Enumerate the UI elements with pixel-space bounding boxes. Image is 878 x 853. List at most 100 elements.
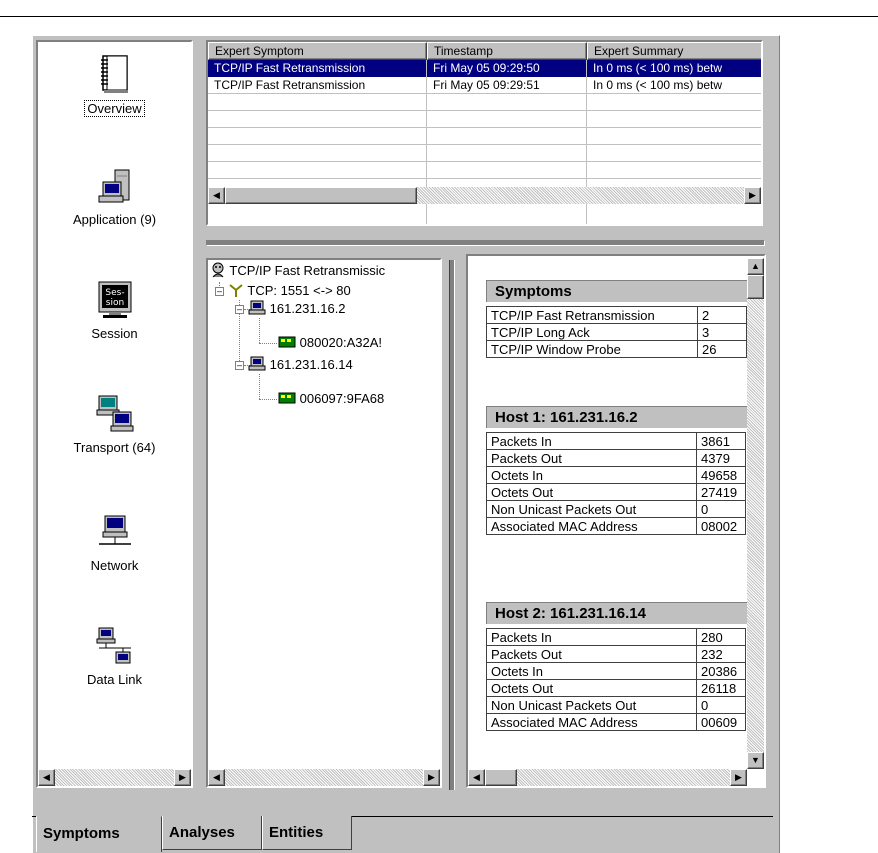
collapse-toggle[interactable]: – — [235, 361, 244, 370]
svg-text:Ses-: Ses- — [105, 288, 124, 298]
computer-icon — [98, 169, 129, 203]
scroll-down-button[interactable]: ▼ — [747, 752, 764, 769]
nav-item-application[interactable]: Application (9) — [38, 166, 191, 227]
column-header-expert-summary[interactable]: Expert Summary — [587, 42, 761, 60]
tree-node-host1[interactable]: 161.231.16.2 — [248, 300, 346, 318]
table-row: Octets Out 26118 — [486, 679, 746, 697]
scroll-right-button[interactable]: ▶ — [174, 769, 191, 786]
empty-row — [208, 162, 761, 179]
connection-icon — [229, 284, 243, 297]
section-title-host2: Host 2: 161.231.16.14 — [486, 602, 748, 624]
tree-hscrollbar[interactable]: ◀ ▶ — [208, 769, 440, 786]
tab-analyses[interactable]: Analyses — [162, 816, 262, 850]
cell-key: TCP/IP Window Probe — [486, 340, 698, 358]
cell-value: 3 — [697, 323, 747, 341]
table-row: Octets Out 27419 — [486, 483, 746, 501]
session-monitor-icon: Ses- sion — [98, 281, 131, 318]
layer-nav-panel: Overview Application (9) Ses- sion Sessi… — [36, 40, 193, 788]
cell-key: Octets In — [486, 466, 697, 484]
network-card-icon — [278, 392, 296, 404]
tab-entities[interactable]: Entities — [262, 816, 352, 850]
nav-label: Overview — [84, 100, 145, 117]
cell-symptom: TCP/IP Fast Retransmission — [208, 77, 427, 94]
collapse-toggle[interactable]: – — [235, 305, 244, 314]
nav-hscrollbar[interactable]: ◀ ▶ — [38, 769, 191, 786]
tree-node-mac1[interactable]: 080020:A32A! — [278, 334, 382, 352]
tree-line — [259, 399, 277, 400]
horizontal-splitter[interactable] — [206, 240, 765, 246]
cell-value: 0 — [696, 500, 746, 518]
table-hscrollbar[interactable]: ◀ ▶ — [208, 187, 761, 204]
cell-value: 20386 — [696, 662, 746, 680]
scroll-thumb[interactable] — [225, 187, 417, 204]
tree-node-mac2[interactable]: 006097:9FA68 — [278, 390, 384, 408]
scroll-track[interactable] — [747, 299, 764, 752]
scroll-left-button[interactable]: ◀ — [208, 187, 225, 204]
scroll-track[interactable] — [417, 187, 744, 204]
cell-value: 280 — [696, 628, 746, 646]
details-vscrollbar[interactable]: ▲ ▼ — [747, 258, 764, 769]
cell-value: 27419 — [696, 483, 746, 501]
nav-item-data-link[interactable]: Data Link — [38, 626, 191, 687]
scroll-right-button[interactable]: ▶ — [730, 769, 747, 786]
table-row: Packets Out 4379 — [486, 449, 746, 467]
column-header-timestamp[interactable]: Timestamp — [427, 42, 587, 60]
scroll-left-button[interactable]: ◀ — [38, 769, 55, 786]
table-row: Octets In 49658 — [486, 466, 746, 484]
tree-node-connection[interactable]: TCP: 1551 <-> 80 — [228, 282, 351, 300]
table-row: TCP/IP Window Probe 26 — [486, 340, 747, 358]
tree-node-host2[interactable]: 161.231.16.14 — [248, 356, 353, 374]
scroll-thumb[interactable] — [485, 769, 517, 786]
collapse-toggle[interactable]: – — [215, 287, 224, 296]
nav-item-network[interactable]: Network — [38, 512, 191, 573]
cell-key: Octets Out — [486, 679, 697, 697]
cell-key: Non Unicast Packets Out — [486, 500, 697, 518]
scroll-thumb[interactable] — [747, 275, 764, 299]
nav-item-overview[interactable]: Overview — [38, 54, 191, 117]
host1-stats-table: Packets In 3861 Packets Out 4379 Octets In… — [486, 432, 746, 535]
scroll-right-button[interactable]: ▶ — [744, 187, 761, 204]
scroll-up-button[interactable]: ▲ — [747, 258, 764, 275]
table-row[interactable]: TCP/IP Fast Retransmission Fri May 05 09… — [208, 77, 761, 94]
scroll-track[interactable] — [55, 769, 174, 786]
tree-node-label: TCP: 1551 <-> 80 — [247, 283, 351, 298]
nav-label: Network — [90, 558, 139, 573]
scroll-track[interactable] — [517, 769, 730, 786]
nav-item-transport[interactable]: Transport (64) — [38, 394, 191, 455]
symptoms-count-table: TCP/IP Fast Retransmission 2 TCP/IP Long … — [486, 306, 747, 358]
cell-value: 00609 — [696, 713, 746, 731]
table-header: Expert Symptom Timestamp Expert Summary — [208, 42, 761, 60]
scroll-left-button[interactable]: ◀ — [468, 769, 485, 786]
scroll-track[interactable] — [225, 769, 423, 786]
host-computer-icon — [248, 356, 266, 371]
table-row: TCP/IP Long Ack 3 — [486, 323, 747, 341]
cell-timestamp: Fri May 05 09:29:50 — [427, 60, 587, 77]
network-card-icon — [278, 336, 296, 348]
scroll-left-button[interactable]: ◀ — [208, 769, 225, 786]
column-header-expert-symptom[interactable]: Expert Symptom — [208, 42, 427, 60]
section-title-host1: Host 1: 161.231.16.2 — [486, 406, 748, 428]
table-row: Associated MAC Address 08002 — [486, 517, 746, 535]
scroll-right-button[interactable]: ▶ — [423, 769, 440, 786]
nav-item-session[interactable]: Ses- sion Session — [38, 280, 191, 341]
tree-node-label: 006097:9FA68 — [299, 391, 385, 406]
empty-row — [208, 111, 761, 128]
table-row: Octets In 20386 — [486, 662, 746, 680]
cell-value: 26 — [697, 340, 747, 358]
tab-symptoms[interactable]: Symptoms — [36, 816, 162, 852]
tree-node-label: 080020:A32A! — [299, 335, 383, 350]
tab-strip: Symptoms Analyses Entities — [32, 816, 772, 852]
cell-key: Non Unicast Packets Out — [486, 696, 697, 714]
network-computer-icon — [98, 515, 131, 545]
cell-key: Packets Out — [486, 449, 697, 467]
empty-row — [208, 128, 761, 145]
vertical-splitter[interactable] — [449, 260, 455, 790]
tree-node-root[interactable]: TCP/IP Fast Retransmissic — [210, 262, 385, 280]
cell-value: 08002 — [696, 517, 746, 535]
details-hscrollbar[interactable]: ◀ ▶ — [468, 769, 747, 786]
cell-value: 49658 — [696, 466, 746, 484]
cell-value: 26118 — [696, 679, 746, 697]
tree-line — [259, 318, 260, 343]
cell-summary: In 0 ms (< 100 ms) betw — [587, 60, 761, 77]
table-row[interactable]: TCP/IP Fast Retransmission Fri May 05 09… — [208, 60, 761, 77]
